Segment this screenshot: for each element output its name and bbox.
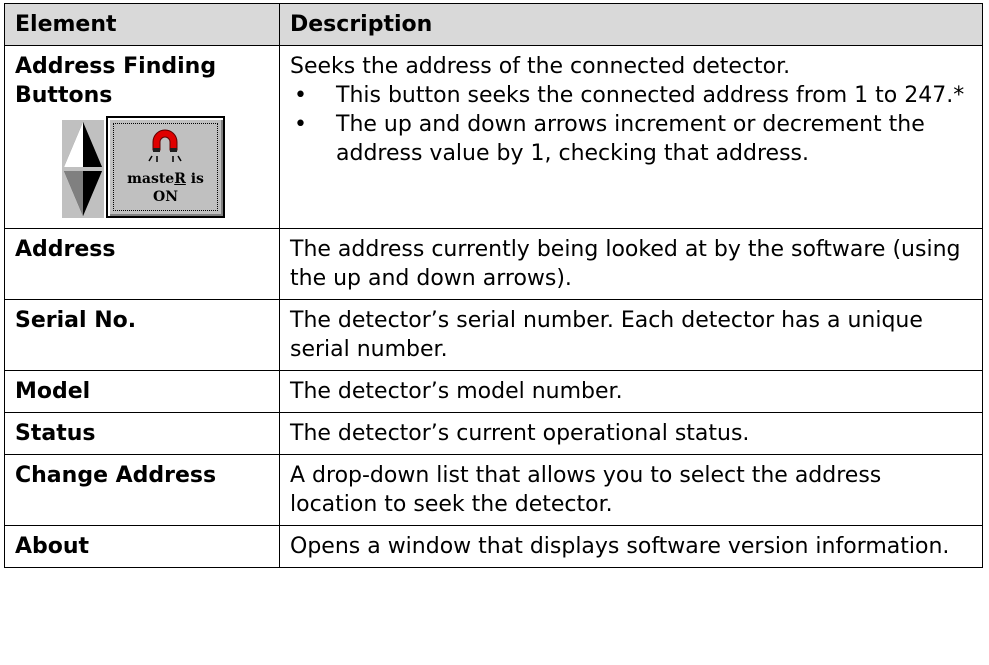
description-text: The detector’s model number. [279,370,983,413]
table-row: About Opens a window that displays softw… [4,525,983,568]
element-label: Address [4,228,280,300]
description-text: The detector’s serial number. Each detec… [279,299,983,371]
description-text: The address currently being looked at by… [279,228,983,300]
master-button: masteR is ON [106,116,225,218]
table-row: Model The detector’s model number. [4,370,983,413]
list-item: This button seeks the connected address … [290,81,972,110]
table-row: Status The detector’s current operationa… [4,412,983,455]
element-label: Serial No. [4,299,280,371]
description-cell: Seeks the address of the connected detec… [279,45,983,229]
address-finding-buttons-image: masteR is ON [62,116,227,220]
table-header-row: Element Description [4,3,983,46]
master-button-label: masteR is ON [127,171,204,205]
table-row: Change Address A drop-down list that all… [4,454,983,526]
element-label: Status [4,412,280,455]
arrow-down-icon [64,171,102,216]
list-item: The up and down arrows increment or decr… [290,110,972,168]
description-text: Seeks the address of the connected detec… [290,54,791,79]
bullet-list: This button seeks the connected address … [290,81,972,168]
header-description: Description [279,3,983,46]
description-text: A drop-down list that allows you to sele… [279,454,983,526]
element-label: Change Address [4,454,280,526]
header-element: Element [4,3,280,46]
description-text: The detector’s current operational statu… [279,412,983,455]
arrow-buttons [62,120,104,218]
table-row: Address The address currently being look… [4,228,983,300]
element-label: Model [4,370,280,413]
element-label: About [4,525,280,568]
arrow-up-icon [64,122,102,167]
description-text: Opens a window that displays software ve… [279,525,983,568]
magnet-icon [148,129,182,162]
table-row: Address Finding Buttons masteR is ON See… [4,45,983,229]
element-cell: Address Finding Buttons masteR is ON [4,45,280,229]
element-description-table: Element Description Address Finding Butt… [4,3,983,568]
table-row: Serial No. The detector’s serial number.… [4,299,983,371]
element-label: Address Finding Buttons [15,54,217,108]
